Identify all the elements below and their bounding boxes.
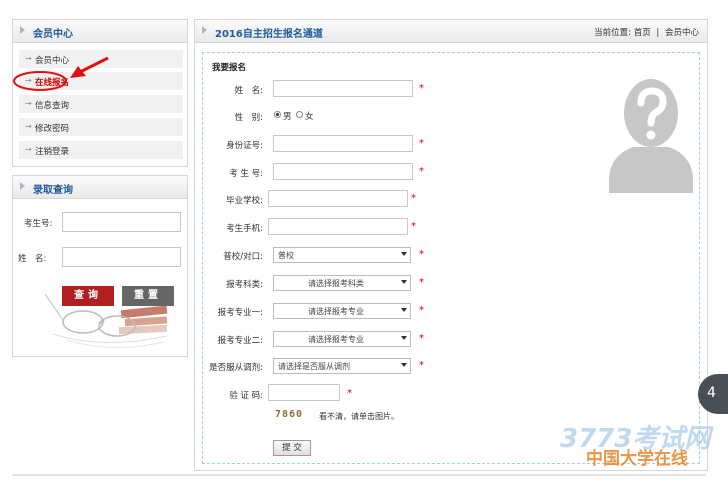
adjust-field-label: 是否服从调剂: [209, 363, 263, 373]
required-mark: * [419, 360, 424, 371]
gender-female-radio[interactable] [296, 111, 303, 118]
name-field-input[interactable] [273, 80, 413, 97]
adjust-select[interactable]: 请选择是否服从调剂 [273, 358, 411, 374]
required-mark: * [419, 333, 424, 344]
required-mark: * [347, 388, 352, 399]
annotation-arrow-shaft [79, 56, 109, 74]
arrow-right-icon: → [25, 122, 32, 131]
track-select[interactable]: 普校 [273, 247, 411, 263]
subject-field-label: 报考科类: [226, 280, 263, 290]
major1-select[interactable]: 请选择报考专业 [273, 303, 411, 319]
menu-item-logout[interactable]: → 注销登录 [19, 141, 183, 159]
school-field-input[interactable] [268, 190, 408, 207]
dropdown-arrow-icon [401, 280, 407, 284]
name-field-label: 姓 名: [234, 86, 263, 96]
menu-item-info-query[interactable]: → 信息查询 [19, 95, 183, 113]
breadcrumb: 当前位置: 首页 | 会员中心 [594, 26, 699, 38]
major2-select-value: 请选择报考专业 [308, 335, 364, 344]
dropdown-arrow-icon [401, 308, 407, 312]
breadcrumb-current[interactable]: 会员中心 [665, 28, 699, 38]
arrow-right-icon: → [25, 145, 32, 154]
captcha-field-label: 验 证 码: [229, 391, 263, 401]
required-mark: * [411, 193, 416, 204]
major1-select-value: 请选择报考专业 [308, 307, 364, 316]
gender-male-label: 男 [283, 112, 292, 122]
avatar-placeholder-icon [609, 79, 693, 193]
highlight-ellipse [13, 71, 67, 91]
breadcrumb-home[interactable]: 首页 [634, 28, 651, 38]
dropdown-arrow-icon [401, 363, 407, 367]
required-mark: * [419, 249, 424, 260]
dropdown-arrow-icon [401, 336, 407, 340]
subject-select[interactable]: 请选择报考科类 [273, 275, 411, 291]
submit-button[interactable]: 提 交 [273, 440, 311, 456]
school-field-label: 毕业学校: [226, 196, 263, 206]
registration-panel: 2016自主招生报名通道 当前位置: 首页 | 会员中心 我要报名 姓 名: *… [194, 19, 708, 471]
reset-button[interactable]: 重置 [122, 286, 174, 306]
captcha-input[interactable] [268, 384, 340, 401]
required-mark: * [419, 305, 424, 316]
arrow-right-icon: → [25, 99, 32, 108]
admission-query-panel: 录取查询 考生号: 姓 名: 查询 重置 [12, 175, 188, 357]
required-mark: * [419, 83, 424, 94]
subject-select-value: 请选择报考科类 [308, 279, 364, 288]
form-title: 我要报名 [212, 63, 247, 73]
menu-item-label: 注销登录 [35, 147, 70, 157]
gender-female-label: 女 [305, 112, 314, 122]
bullet-icon [20, 182, 25, 190]
major2-select[interactable]: 请选择报考专业 [273, 331, 411, 347]
major2-field-label: 报考专业二: [217, 336, 263, 346]
registration-header: 2016自主招生报名通道 当前位置: 首页 | 会员中心 [195, 20, 707, 43]
admission-query-title: 录取查询 [33, 185, 73, 196]
watermark-line2: 中国大学在线 [586, 449, 688, 469]
query-button[interactable]: 查询 [62, 286, 114, 306]
menu-item-label: 信息查询 [35, 101, 70, 111]
member-center-header: 会员中心 [13, 20, 187, 43]
major1-field-label: 报考专业一: [217, 308, 263, 318]
track-field-label: 普校/对口: [223, 252, 263, 262]
menu-item-change-password[interactable]: → 修改密码 [19, 118, 183, 136]
gender-male-radio[interactable] [274, 111, 281, 118]
dropdown-arrow-icon [401, 252, 407, 256]
required-mark: * [419, 277, 424, 288]
bullet-icon [20, 26, 25, 34]
exam-no-input[interactable] [62, 212, 181, 232]
registration-title: 2016自主招生报名通道 [215, 29, 323, 40]
admission-query-header: 录取查询 [13, 176, 187, 199]
watermark-logo: 3773考试网 中国大学在线 [560, 418, 710, 470]
name-input[interactable] [62, 247, 181, 267]
side-float-tab-label: 4 [707, 385, 716, 401]
exam-no-field-input[interactable] [273, 163, 413, 180]
adjust-select-value: 请选择是否服从调剂 [278, 362, 350, 371]
phone-field-input[interactable] [268, 218, 408, 235]
member-center-title: 会员中心 [33, 29, 73, 40]
footer-divider [12, 474, 706, 476]
breadcrumb-separator: | [656, 28, 660, 38]
captcha-image[interactable]: 7860 [275, 409, 303, 420]
id-card-field-input[interactable] [273, 135, 413, 152]
menu-item-label: 修改密码 [35, 124, 70, 134]
annotation-arrow-head [70, 66, 86, 78]
id-card-field-label: 身份证号: [226, 141, 263, 151]
captcha-hint[interactable]: 看不清，请单击图片。 [319, 411, 399, 422]
exam-no-label: 考生号: [24, 219, 53, 229]
required-mark: * [419, 138, 424, 149]
name-label: 姓 名: [18, 254, 47, 264]
breadcrumb-label: 当前位置: [594, 28, 631, 38]
exam-no-field-label: 考 生 号: [229, 169, 263, 179]
required-mark: * [419, 166, 424, 177]
annotation-overlay [13, 56, 109, 91]
required-mark: * [411, 221, 416, 232]
phone-field-label: 考生手机: [226, 224, 263, 234]
bullet-icon [202, 26, 207, 34]
gender-field-label: 性 别: [234, 113, 263, 123]
track-select-value: 普校 [278, 251, 294, 260]
